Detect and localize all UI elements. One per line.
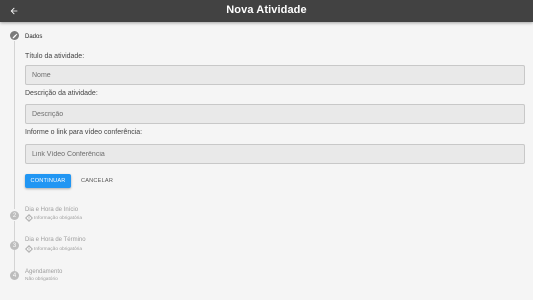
step-2-subtitle: Informação obrigatória	[34, 216, 82, 221]
cancel-button[interactable]: CANCELAR	[77, 174, 117, 188]
step-2-number: 2	[12, 212, 17, 219]
step-3-number: 3	[12, 242, 17, 249]
step-2-indicator[interactable]: 2	[10, 211, 19, 220]
step-3-indicator[interactable]: 3	[10, 241, 19, 250]
page-title: Nova Atividade	[226, 4, 307, 16]
step-3-title[interactable]: Dia e Hora de Término	[25, 237, 86, 243]
stepper-connector	[14, 250, 15, 271]
step-4-indicator[interactable]: 4	[10, 271, 19, 280]
step-4-number: 4	[12, 272, 17, 279]
step-3-subtitle: Informação obrigatória	[34, 247, 82, 252]
video-link-input[interactable]	[25, 144, 525, 164]
description-field-label: Descrição da atividade:	[25, 90, 98, 97]
step-1-title: Dados	[25, 34, 43, 40]
warning-icon	[25, 214, 33, 222]
step-2-title[interactable]: Dia e Hora de Início	[25, 207, 78, 213]
step-1-indicator	[10, 31, 19, 40]
title-input[interactable]	[25, 65, 525, 85]
app-bar: Nova Atividade	[0, 0, 533, 22]
stepper-connector	[14, 41, 15, 209]
step-4-subtitle: Não obrigatório	[25, 277, 58, 282]
description-input[interactable]	[25, 104, 525, 124]
continue-button[interactable]: CONTINUAR	[25, 174, 71, 188]
stepper-connector	[14, 221, 15, 241]
link-field-label: Informe o link para vídeo conferência:	[25, 129, 143, 136]
edit-pencil-icon	[12, 33, 17, 38]
title-field-label: Título da atividade:	[25, 53, 85, 60]
step-4-title[interactable]: Agendamento	[25, 269, 62, 275]
warning-icon	[25, 245, 33, 253]
